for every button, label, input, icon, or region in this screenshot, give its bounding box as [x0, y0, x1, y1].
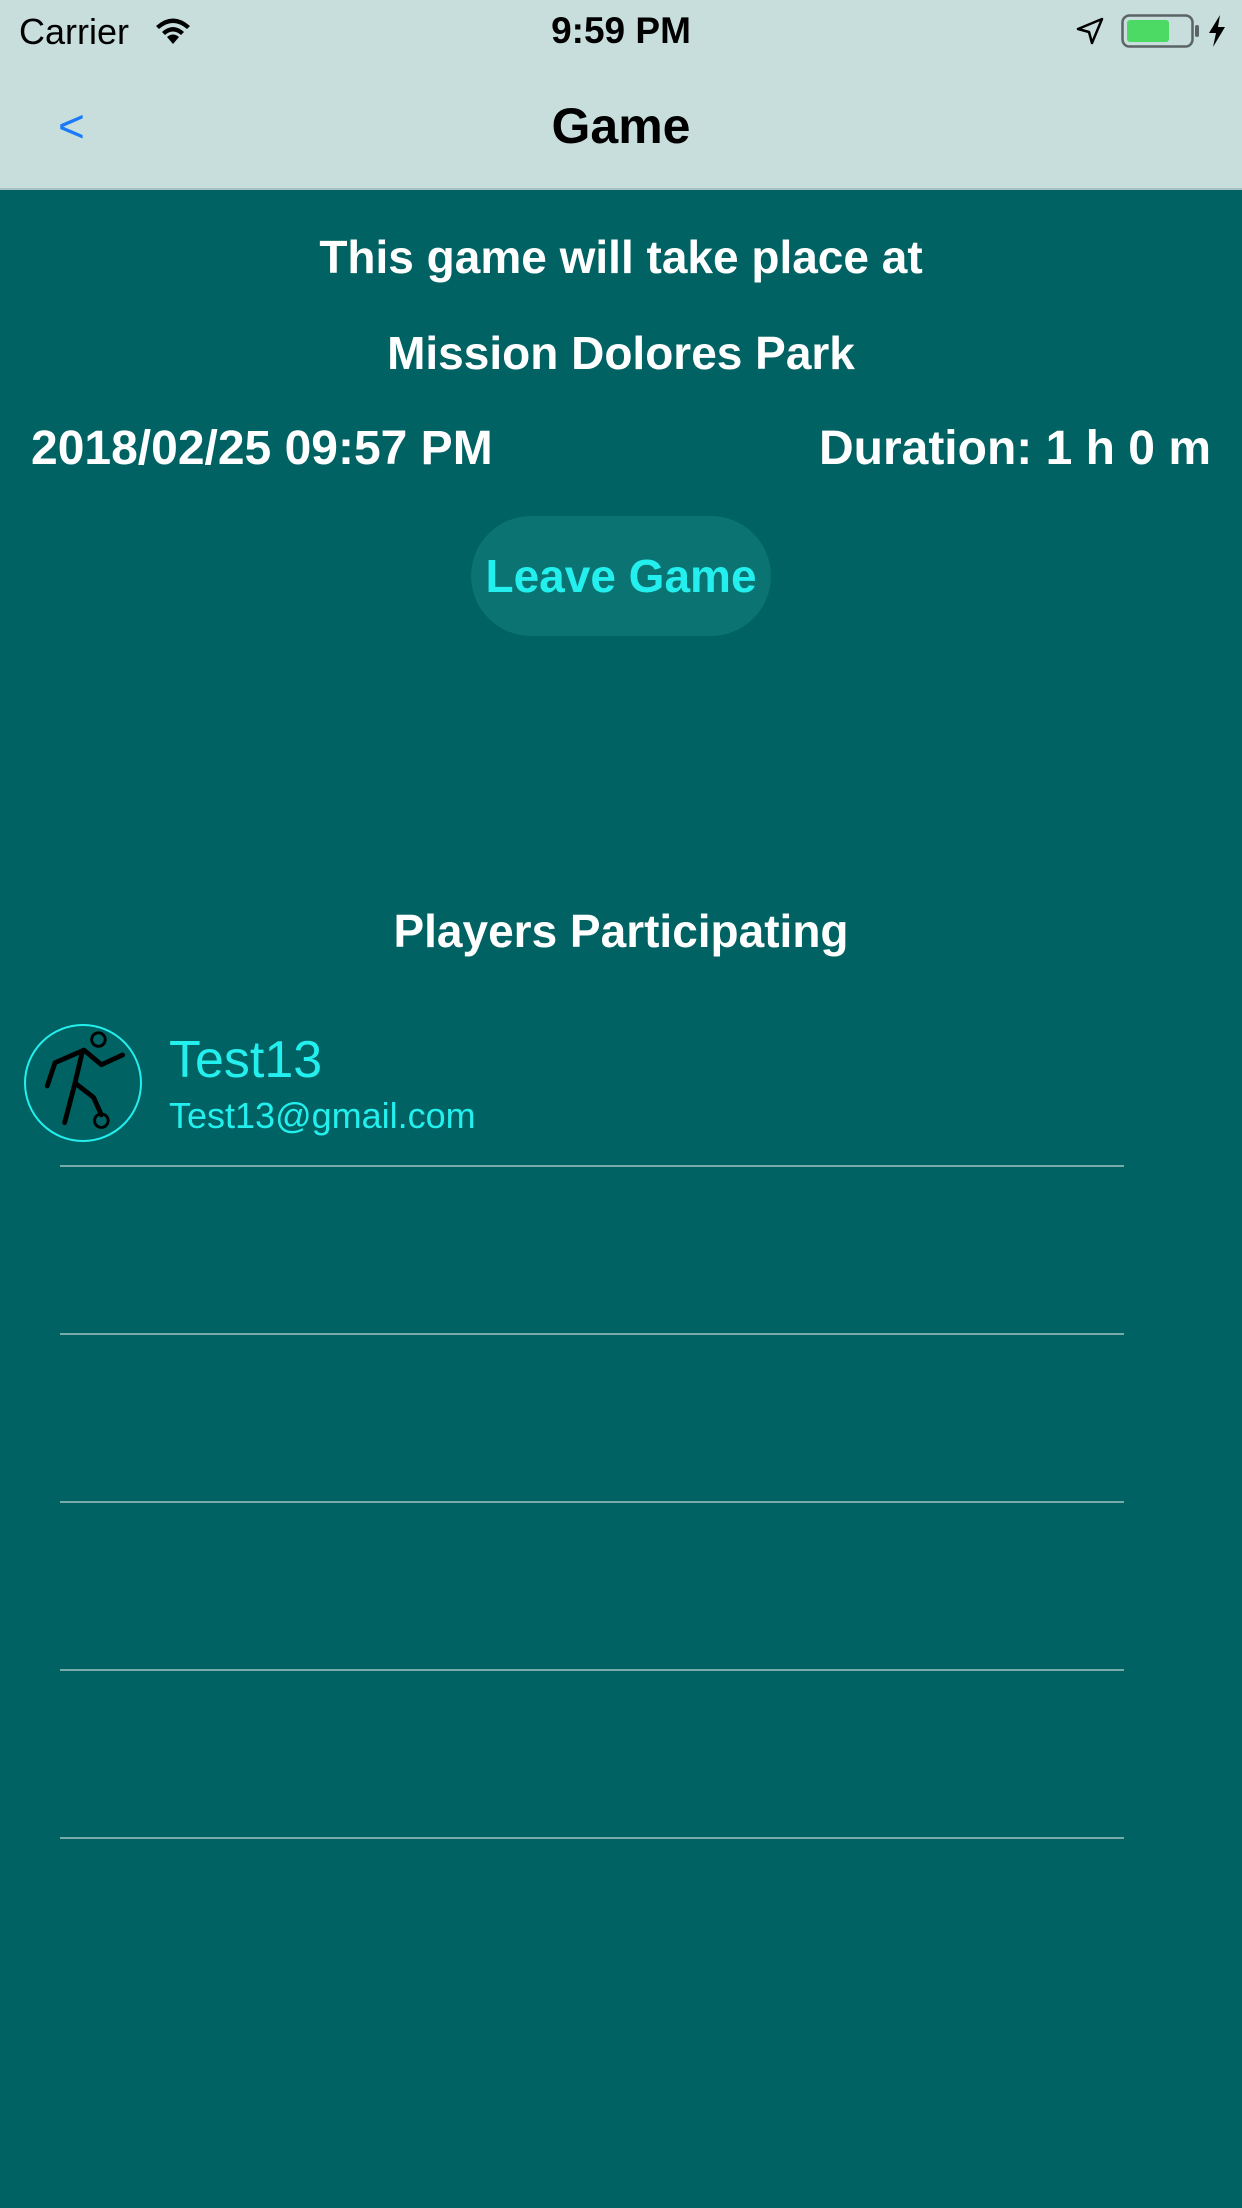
game-duration: Duration: 1 h 0 m [818, 422, 1211, 475]
location-name: Mission Dolores Park [387, 327, 855, 379]
players-heading: Players Participating [393, 905, 849, 957]
avatar [24, 1024, 142, 1142]
location-intro-text: This game will take place at [319, 231, 923, 283]
status-bar: Carrier 9:59 PM [0, 0, 1242, 62]
player-email: Test13@gmail.com [169, 1095, 476, 1136]
status-time: 9:59 PM [551, 10, 691, 51]
row-divider [60, 1333, 1124, 1335]
page-title: Game [551, 98, 691, 154]
location-arrow-icon [1076, 17, 1104, 45]
row-divider [60, 1669, 1124, 1671]
player-name: Test13 [169, 1031, 323, 1089]
navigation-bar: < Game [0, 62, 1242, 190]
battery-icon [1121, 14, 1199, 48]
row-divider [60, 1501, 1124, 1503]
game-datetime: 2018/02/25 09:57 PM [31, 422, 493, 475]
row-divider [60, 1165, 1124, 1167]
game-details: This game will take place at Mission Dol… [0, 190, 1242, 2208]
charging-icon [1209, 15, 1225, 47]
soccer-player-icon [44, 1031, 126, 1129]
leave-game-button[interactable]: Leave Game [471, 516, 771, 636]
row-divider [60, 1837, 1124, 1839]
